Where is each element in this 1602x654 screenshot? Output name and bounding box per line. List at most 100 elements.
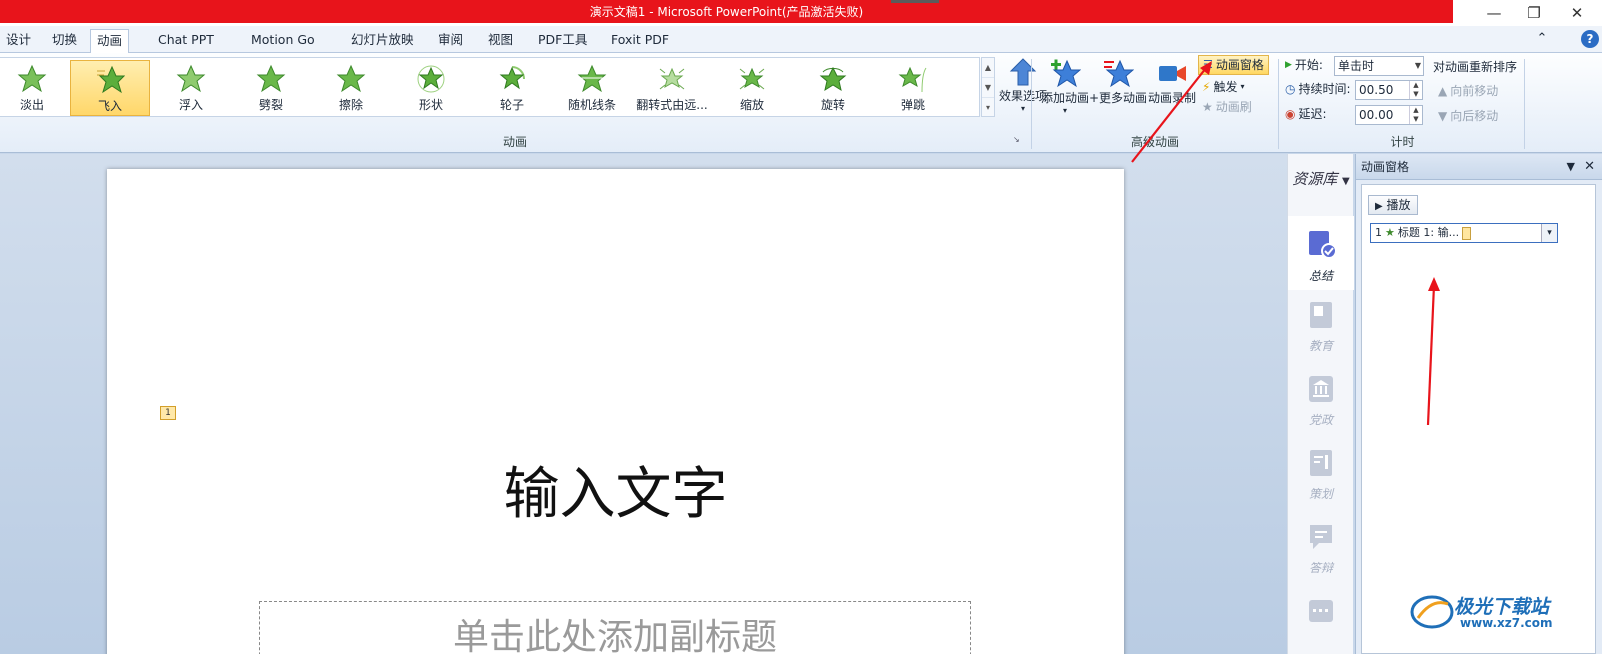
animation-record-button[interactable]: 动画录制 — [1147, 57, 1197, 106]
anim-float-in[interactable]: 浮入 — [151, 60, 231, 116]
star-icon — [336, 64, 366, 93]
tab-transitions[interactable]: 切换 — [46, 29, 83, 53]
animation-list-item[interactable]: 1 ★ 标题 1: 输... ▾ — [1370, 223, 1558, 243]
animation-pane-header: 动画窗格 ▼ ✕ — [1356, 154, 1602, 180]
group-separator — [1278, 59, 1279, 149]
collapse-ribbon-icon[interactable]: ⌃ — [1533, 30, 1551, 48]
painter-star-icon: ★ — [1202, 100, 1213, 114]
tab-pdf-tools[interactable]: PDF工具 — [532, 29, 593, 53]
animation-pane-icon: ☰ — [1203, 58, 1213, 71]
animation-pane-button[interactable]: ☰ 动画窗格 — [1198, 55, 1269, 75]
anim-shape[interactable]: 形状 — [391, 60, 471, 116]
more-animation-button[interactable]: +更多动画 — [1088, 57, 1148, 106]
duration-spinner[interactable]: 00.50 ▲ ▼ — [1355, 80, 1423, 100]
tab-foxit-pdf[interactable]: Foxit PDF — [605, 29, 675, 53]
trigger-button[interactable]: ⚡ 触发 ▾ — [1202, 77, 1244, 97]
anim-grow-turn[interactable]: 翻转式由远... — [632, 60, 712, 116]
anim-fade-out[interactable]: 淡出 — [0, 60, 72, 116]
clock-icon: ◷ — [1285, 82, 1296, 96]
move-later-button[interactable]: ▼ 向后移动 — [1438, 106, 1498, 126]
watermark: 极光下载站 www.xz7.com — [1410, 588, 1560, 636]
resource-item-summary[interactable]: 总结 — [1288, 216, 1354, 290]
add-star-icon — [1051, 59, 1081, 88]
resource-item-education[interactable]: 教育 — [1288, 290, 1354, 364]
chevron-down-icon[interactable]: ▾ — [1541, 224, 1557, 242]
anim-random-bars[interactable]: 随机线条 — [552, 60, 632, 116]
play-button[interactable]: ▶ 播放 — [1368, 195, 1418, 215]
chevron-down-icon: ▾ — [1240, 82, 1245, 91]
title-bar: 演示文稿1 - Microsoft PowerPoint(产品激活失败) — ❐… — [0, 0, 1602, 26]
spinner-arrows-icon[interactable]: ▲ ▼ — [1409, 106, 1422, 124]
star-icon — [898, 66, 927, 93]
delay-icon: ◉ — [1285, 107, 1296, 121]
gallery-scroll[interactable]: ▲ ▼ ▾ — [981, 57, 995, 117]
tab-review[interactable]: 审阅 — [432, 29, 469, 53]
play-icon: ▶ — [1375, 201, 1383, 212]
play-icon: ▶ — [1285, 60, 1292, 70]
speech-icon — [1310, 525, 1332, 549]
title-notch — [891, 0, 939, 3]
fly-star-icon: ★ — [1385, 226, 1395, 239]
animation-painter-button[interactable]: ★ 动画刷 — [1202, 97, 1252, 117]
more-star-icon — [1104, 59, 1134, 88]
start-select[interactable]: 单击时 ▼ — [1334, 56, 1424, 76]
anim-spin[interactable]: 旋转 — [793, 60, 873, 116]
dialog-launcher-icon[interactable]: ↘ — [1013, 135, 1020, 144]
help-icon[interactable]: ? — [1581, 30, 1599, 48]
slide-canvas[interactable]: 1 输入文字 单击此处添加副标题 — [107, 169, 1124, 654]
tab-motiongo[interactable]: Motion Go — [245, 29, 321, 53]
down-triangle-icon: ▼ — [1438, 109, 1448, 123]
video-camera-icon — [1159, 66, 1186, 81]
star-icon — [577, 64, 607, 93]
tab-slideshow[interactable]: 幻灯片放映 — [345, 29, 420, 53]
watermark-name: 极光下载站 — [1454, 596, 1550, 618]
slide-subtitle-placeholder[interactable]: 单击此处添加副标题 — [259, 601, 971, 654]
tab-animations[interactable]: 动画 — [90, 29, 130, 54]
restore-button[interactable]: ❐ — [1514, 0, 1554, 26]
resource-header[interactable]: 资源库 ▼ — [1288, 168, 1354, 189]
spinner-arrows-icon[interactable]: ▲ ▼ — [1409, 81, 1422, 99]
summary-icon — [1309, 231, 1337, 259]
gallery-scroll-down-icon[interactable]: ▼ — [982, 78, 994, 98]
move-earlier-button[interactable]: ▲ 向前移动 — [1438, 81, 1498, 101]
animation-order-tag[interactable]: 1 — [160, 406, 176, 420]
close-button[interactable]: ✕ — [1557, 0, 1597, 26]
minimize-button[interactable]: — — [1474, 0, 1514, 26]
star-icon — [176, 64, 206, 93]
resource-item-party[interactable]: 党政 — [1288, 364, 1354, 438]
watermark-url: www.xz7.com — [1460, 616, 1553, 630]
resource-item-more[interactable] — [1288, 586, 1354, 654]
add-animation-button[interactable]: 添加动画 ▾ — [1038, 57, 1092, 115]
duration-label: ◷ 持续时间: — [1285, 79, 1351, 99]
close-icon[interactable]: ✕ — [1584, 154, 1595, 180]
resource-item-defense[interactable]: 答辩 — [1288, 512, 1354, 586]
reorder-title: 对动画重新排序 — [1433, 60, 1518, 74]
group-label-animation: 动画 — [502, 135, 527, 149]
delay-spinner[interactable]: 00.00 ▲ ▼ — [1355, 105, 1423, 125]
group-label-advanced: 高级动画 — [1130, 135, 1179, 149]
anim-split[interactable]: 劈裂 — [231, 60, 311, 116]
pane-menu-icon[interactable]: ▼ — [1567, 154, 1575, 180]
gallery-scroll-up-icon[interactable]: ▲ — [982, 58, 994, 78]
animation-list: ▶ 播放 1 ★ 标题 1: 输... ▾ — [1361, 184, 1596, 654]
star-icon — [499, 66, 525, 90]
tab-view[interactable]: 视图 — [482, 29, 519, 53]
slide-workspace: 1 输入文字 单击此处添加副标题 — [0, 154, 1287, 654]
watermark-logo — [1410, 595, 1454, 629]
up-triangle-icon: ▲ — [1438, 84, 1448, 98]
star-icon — [417, 65, 445, 93]
resource-item-planning[interactable]: 策划 — [1288, 438, 1354, 512]
slide-title[interactable]: 输入文字 — [107, 449, 1124, 530]
anim-bounce[interactable]: 弹跳 — [873, 60, 953, 116]
anim-wipe[interactable]: 擦除 — [311, 60, 391, 116]
tab-chatppt[interactable]: Chat PPT — [152, 29, 220, 53]
animation-pane: 动画窗格 ▼ ✕ ▶ 播放 1 ★ 标题 1: 输... ▾ — [1355, 154, 1602, 654]
chevron-down-icon: ▼ — [1342, 176, 1350, 187]
chevron-down-icon: ▾ — [1062, 106, 1067, 115]
anim-zoom[interactable]: 缩放 — [712, 60, 792, 116]
star-icon — [17, 64, 47, 93]
gallery-more-icon[interactable]: ▾ — [982, 98, 994, 118]
tab-design[interactable]: 设计 — [0, 29, 37, 53]
anim-fly-in[interactable]: 飞入 — [70, 60, 150, 116]
anim-wheel[interactable]: 轮子 — [472, 60, 552, 116]
